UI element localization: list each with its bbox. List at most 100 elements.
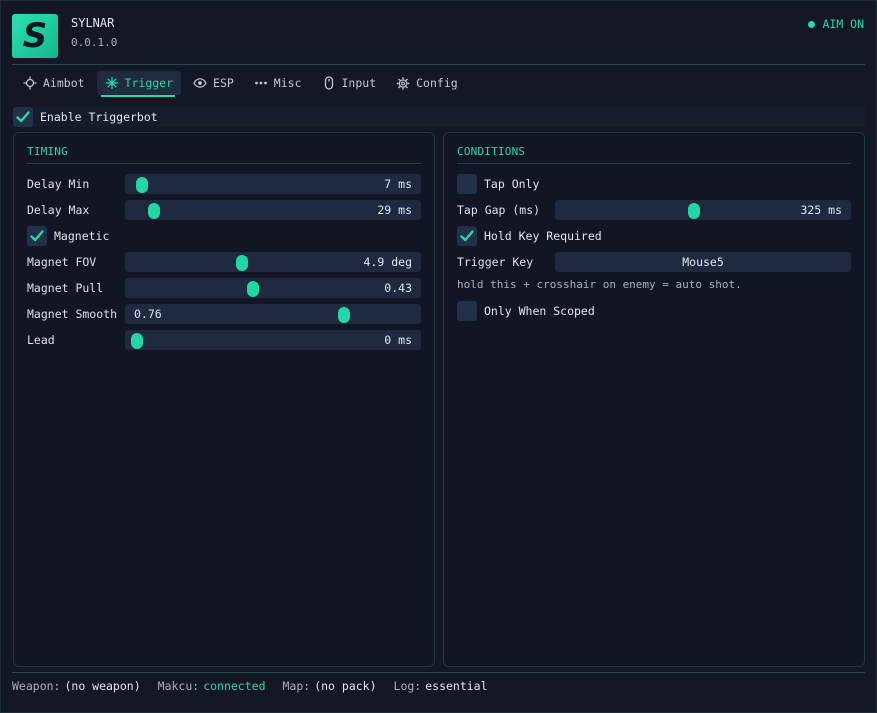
enable-triggerbot-checkbox[interactable]: [13, 107, 33, 127]
slider-thumb[interactable]: [130, 333, 143, 349]
trigger-key-button[interactable]: Mouse5: [555, 252, 851, 272]
tab-trigger[interactable]: Trigger: [96, 71, 182, 97]
enable-triggerbot-label: Enable Triggerbot: [40, 110, 158, 124]
panel-divider: [457, 163, 851, 164]
trigger-key-hint: hold this + crosshair on enemy = auto sh…: [457, 278, 742, 291]
tab-label: Aimbot: [43, 76, 85, 90]
magnet-smooth-label: Magnet Smooth: [27, 307, 118, 321]
snowflake-icon: [105, 76, 119, 90]
enable-triggerbot-row[interactable]: Enable Triggerbot: [13, 107, 865, 127]
tab-bar: Aimbot Trigger ESP Misc Input Config: [15, 71, 466, 97]
slider-value: 0.43: [384, 281, 412, 295]
slider-thumb[interactable]: [247, 281, 260, 297]
hold-key-required-label: Hold Key Required: [484, 229, 602, 243]
magnetic-checkbox[interactable]: [27, 226, 47, 246]
slider-value: 7 ms: [384, 177, 412, 191]
mouse-icon: [322, 76, 336, 90]
slider-value: 0 ms: [384, 333, 412, 347]
trigger-key-label: Trigger Key: [457, 255, 534, 269]
crosshair-icon: [23, 76, 37, 90]
tap-only-checkbox[interactable]: [457, 174, 477, 194]
eye-icon: [193, 76, 207, 90]
lead-slider[interactable]: 0 ms: [125, 330, 421, 350]
hold-key-required-row[interactable]: Hold Key Required: [457, 226, 602, 246]
status-divider: [12, 672, 865, 673]
tap-gap-slider[interactable]: 325 ms: [555, 200, 851, 220]
status-key: Map:: [282, 679, 311, 693]
tab-aimbot[interactable]: Aimbot: [15, 71, 93, 95]
tap-only-label: Tap Only: [484, 177, 540, 191]
only-when-scoped-label: Only When Scoped: [484, 304, 595, 318]
status-dot-icon: [808, 20, 816, 28]
magnet-pull-row: Magnet Pull 0.43: [27, 278, 421, 298]
slider-value: 325 ms: [800, 203, 842, 217]
logo-letter: S: [22, 16, 48, 56]
header-divider: [12, 64, 865, 65]
delay-max-label: Delay Max: [27, 203, 90, 217]
tab-esp[interactable]: ESP: [185, 71, 242, 95]
magnetic-row[interactable]: Magnetic: [27, 226, 109, 246]
app-version: 0.0.1.0: [71, 36, 118, 49]
magnet-smooth-slider[interactable]: 0.76: [125, 304, 421, 324]
status-value: (no weapon): [64, 679, 141, 693]
checkmark-icon: [460, 230, 474, 242]
lead-row: Lead 0 ms: [27, 330, 421, 350]
tab-label: Config: [416, 76, 458, 90]
status-map: Map: (no pack): [283, 679, 377, 693]
slider-thumb[interactable]: [235, 255, 248, 271]
magnet-pull-slider[interactable]: 0.43: [125, 278, 421, 298]
slider-thumb[interactable]: [147, 203, 160, 219]
magnet-smooth-row: Magnet Smooth 0.76: [27, 304, 421, 324]
slider-value: 4.9 deg: [363, 255, 412, 269]
slider-thumb[interactable]: [338, 307, 350, 323]
trigger-key-row: Trigger Key Mouse5: [457, 252, 851, 272]
delay-max-slider[interactable]: 29 ms: [125, 200, 421, 220]
slider-thumb[interactable]: [688, 203, 701, 219]
delay-max-row: Delay Max 29 ms: [27, 200, 421, 220]
slider-value: 0.76: [134, 307, 162, 321]
status-log: Log: essential: [394, 679, 488, 693]
status-value: (no pack): [314, 679, 377, 693]
tab-label: Trigger: [124, 76, 174, 90]
only-when-scoped-row[interactable]: Only When Scoped: [457, 301, 595, 321]
tap-gap-row: Tap Gap (ms) 325 ms: [457, 200, 851, 220]
status-key: Makcu:: [157, 679, 200, 693]
status-makcu: Makcu: connected: [158, 679, 266, 693]
panel-title: TIMING: [27, 145, 68, 158]
tab-label: Misc: [273, 76, 302, 90]
magnet-pull-label: Magnet Pull: [27, 281, 104, 295]
status-key: Log:: [393, 679, 422, 693]
tab-label: ESP: [213, 76, 234, 90]
magnet-fov-row: Magnet FOV 4.9 deg: [27, 252, 421, 272]
checkmark-icon: [30, 230, 44, 242]
slider-value: 29 ms: [377, 203, 412, 217]
slider-thumb[interactable]: [136, 177, 149, 193]
tap-only-row[interactable]: Tap Only: [457, 174, 539, 194]
status-value: essential: [425, 679, 488, 693]
lead-label: Lead: [27, 333, 55, 347]
app-name: SYLNAR: [71, 16, 115, 30]
delay-min-slider[interactable]: 7 ms: [125, 174, 421, 194]
delay-min-row: Delay Min 7 ms: [27, 174, 421, 194]
status-weapon: Weapon: (no weapon): [12, 679, 141, 693]
magnet-fov-slider[interactable]: 4.9 deg: [125, 252, 421, 272]
panel-divider: [27, 163, 421, 164]
dots-icon: [254, 76, 268, 90]
checkmark-icon: [16, 111, 30, 123]
hold-key-required-checkbox[interactable]: [457, 226, 477, 246]
tab-input[interactable]: Input: [314, 71, 385, 95]
tab-label: Input: [341, 76, 377, 90]
only-when-scoped-checkbox[interactable]: [457, 301, 477, 321]
tap-gap-label: Tap Gap (ms): [457, 203, 541, 217]
conditions-panel: CONDITIONS Tap Only Tap Gap (ms) 325 ms …: [443, 132, 865, 667]
timing-panel: TIMING Delay Min 7 ms Delay Max 29 ms Ma…: [13, 132, 435, 667]
tab-config[interactable]: Config: [388, 71, 466, 95]
status-value: connected: [203, 679, 266, 693]
app-logo: S: [12, 14, 58, 58]
tab-misc[interactable]: Misc: [246, 71, 310, 95]
aim-status-label: AIM ON: [822, 17, 864, 31]
aim-status-indicator: AIM ON: [808, 17, 864, 31]
magnet-fov-label: Magnet FOV: [27, 255, 97, 269]
gear-icon: [396, 76, 410, 90]
app-window: S SYLNAR 0.0.1.0 AIM ON Aimbot Trigger E…: [0, 0, 877, 713]
